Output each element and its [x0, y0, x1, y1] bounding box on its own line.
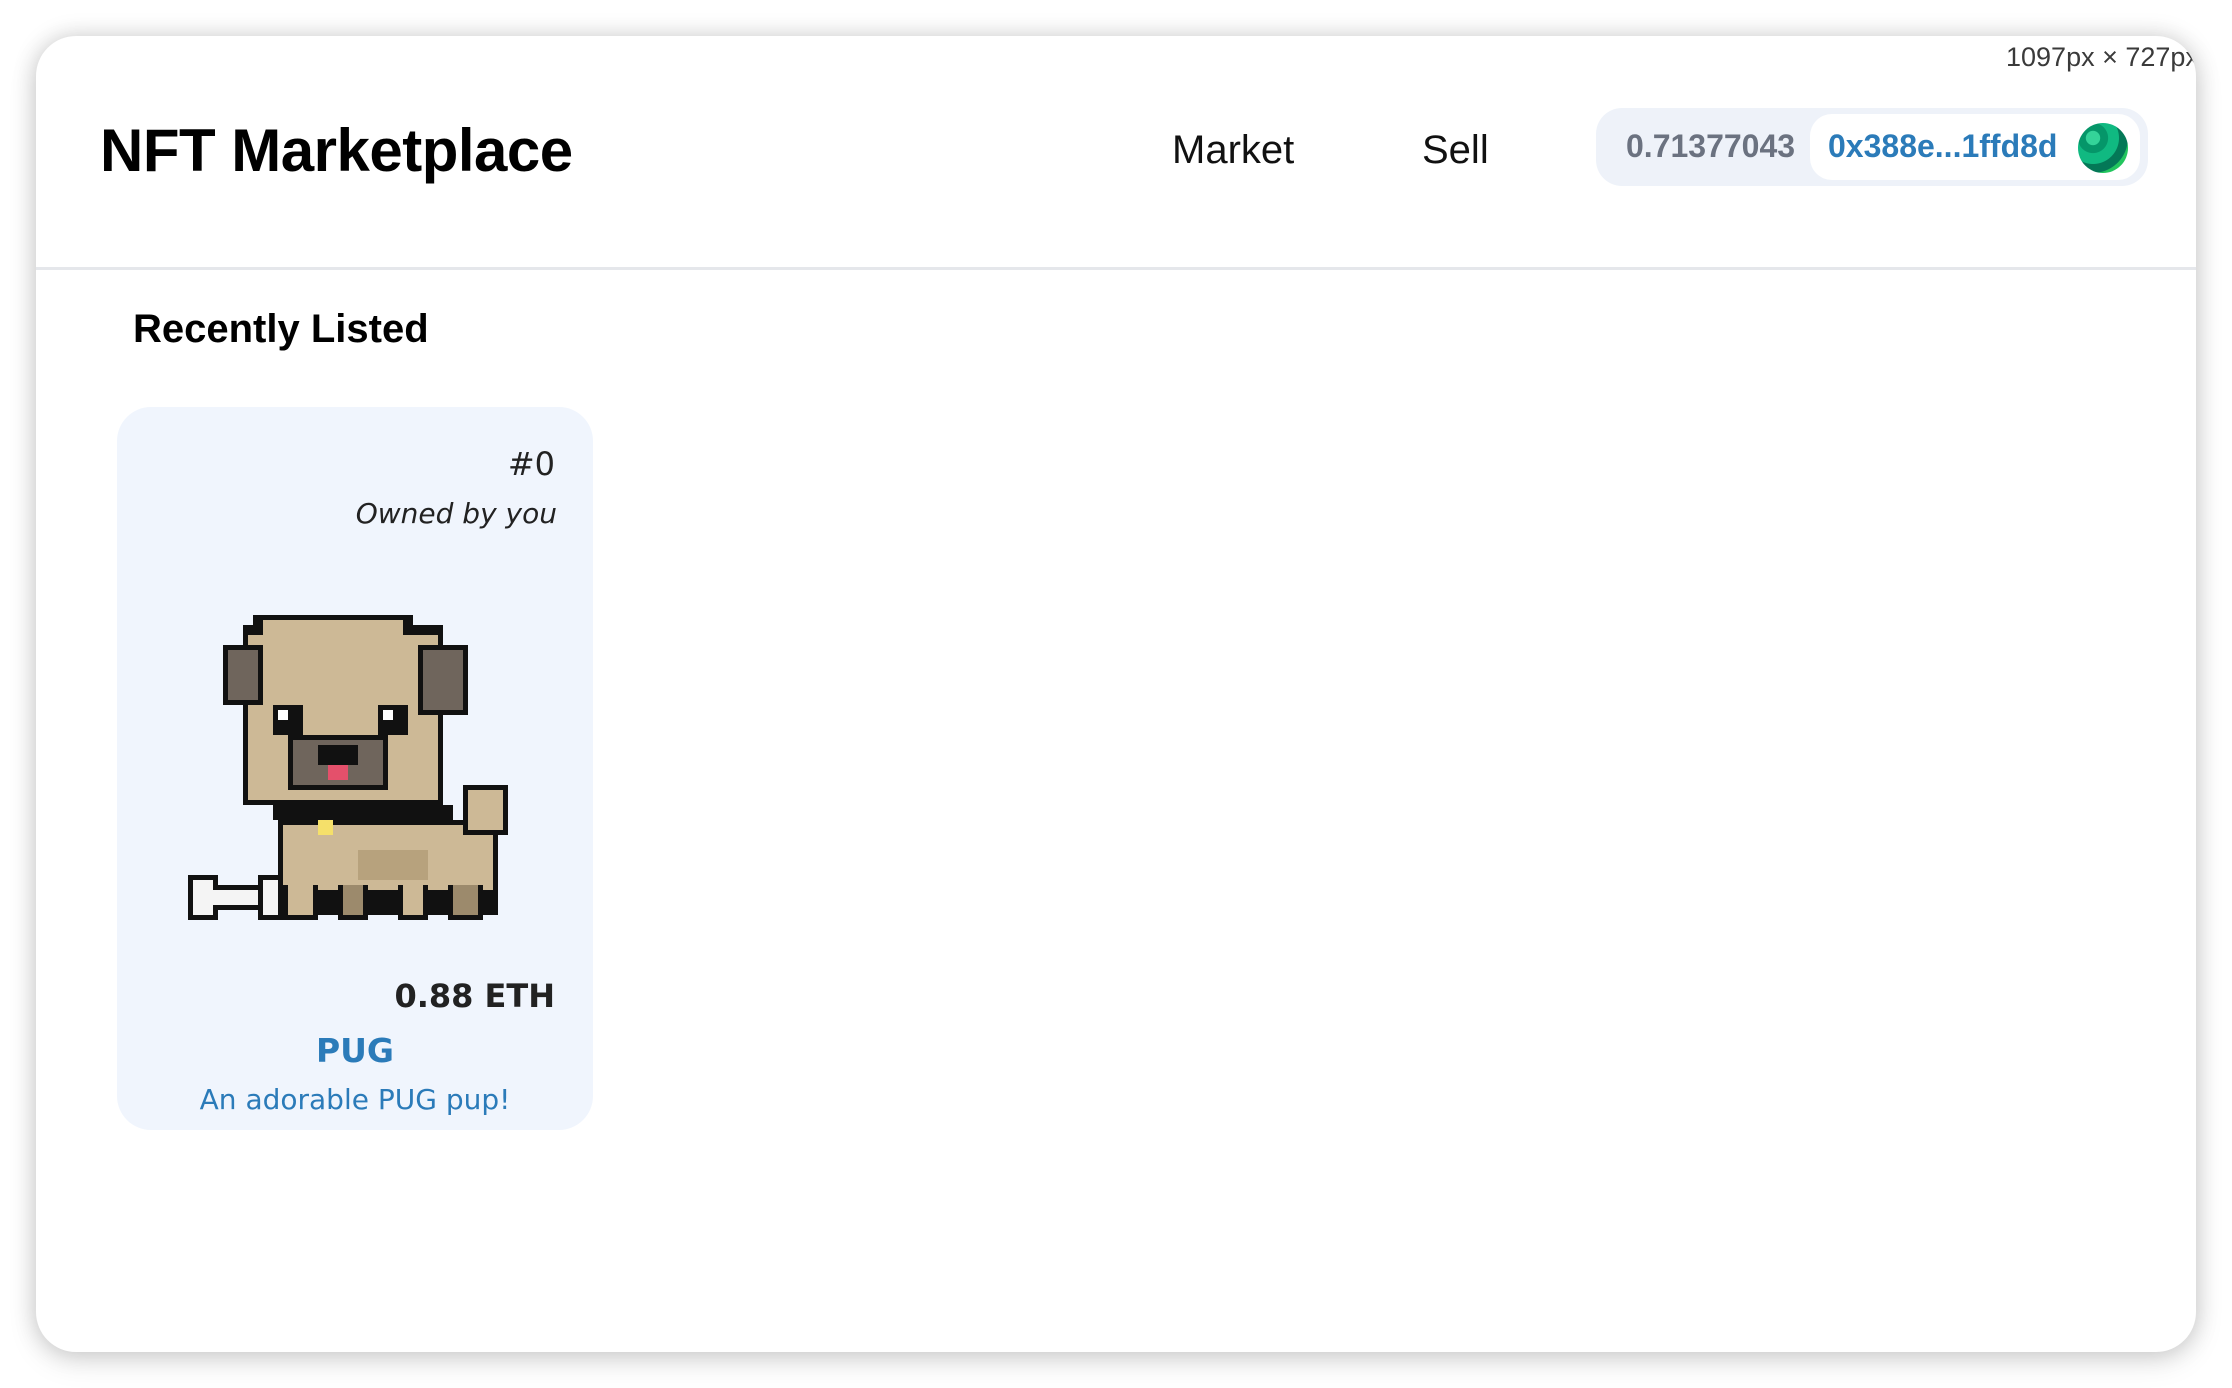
pug-nft-image: [188, 615, 508, 920]
nft-owner: Owned by you: [355, 497, 557, 530]
nav-link-market[interactable]: Market: [1172, 128, 1294, 173]
nft-card[interactable]: #0 Owned by you 0.88 ETH PUG An adorable…: [117, 407, 593, 1130]
wallet-connect-button[interactable]: 0.71377043 0x388e...1ffd8d: [1596, 108, 2148, 186]
nft-name: PUG: [315, 1031, 395, 1070]
top-navbar: NFT Marketplace Market Sell 0.71377043 0…: [36, 36, 2196, 270]
browser-window: 1097px × 727px NFT Marketplace Market Se…: [36, 36, 2196, 1352]
nft-description: An adorable PUG pup!: [199, 1083, 511, 1116]
bone-icon: [188, 875, 288, 920]
wallet-address-pill[interactable]: 0x388e...1ffd8d: [1810, 114, 2140, 180]
brand-title: NFT Marketplace: [100, 117, 573, 184]
wallet-address: 0x388e...1ffd8d: [1828, 128, 2058, 164]
wallet-balance: 0.71377043: [1626, 128, 1796, 164]
wallet-avatar-icon: [2078, 123, 2128, 173]
nft-price: 0.88 ETH: [394, 977, 555, 1015]
nav-link-sell[interactable]: Sell: [1422, 128, 1489, 173]
nft-token-id: #0: [507, 445, 555, 483]
section-title: Recently Listed: [133, 307, 429, 351]
